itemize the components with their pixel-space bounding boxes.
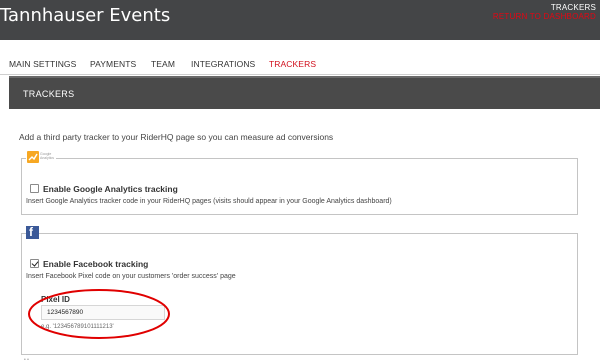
facebook-logo-icon: f [26,225,39,239]
current-section-label: TRACKERS [550,3,596,12]
facebook-panel [21,233,578,355]
facebook-logo-glyph: f [29,225,33,239]
facebook-checkbox-label[interactable]: Enable Facebook tracking [43,259,148,269]
facebook-checkbox[interactable] [30,259,39,268]
google-analytics-logo-text: Google Analytics [40,152,55,160]
section-header: TRACKERS [9,76,600,109]
top-bar: Tannhauser Events TRACKERS RETURN TO DAS… [0,0,600,40]
google-analytics-checkbox-label[interactable]: Enable Google Analytics tracking [43,184,178,194]
section-title: TRACKERS [23,89,75,99]
tab-integrations[interactable]: INTEGRATIONS [191,59,255,69]
intro-text: Add a third party tracker to your RiderH… [19,132,334,142]
pixel-id-input[interactable] [41,305,165,320]
facebook-description: Insert Facebook Pixel code on your custo… [26,273,236,280]
google-analytics-logo-icon: Google Analytics [26,151,56,165]
app-title: Tannhauser Events [0,5,171,26]
tab-trackers[interactable]: TRACKERS [269,59,316,69]
tab-payments[interactable]: PAYMENTS [90,59,136,69]
google-analytics-checkbox[interactable] [30,184,39,193]
return-to-dashboard-link[interactable]: RETURN TO DASHBOARD [493,12,596,21]
settings-tabs: MAIN SETTINGS PAYMENTS TEAM INTEGRATIONS… [0,52,600,74]
tabs-divider [0,74,600,75]
pixel-id-label: Pixel ID [41,295,70,304]
google-analytics-description: Insert Google Analytics tracker code in … [26,198,392,205]
tab-main-settings[interactable]: MAIN SETTINGS [9,59,76,69]
tab-team[interactable]: TEAM [151,59,175,69]
pixel-id-example: e.g. '123456789101111213' [41,324,114,330]
